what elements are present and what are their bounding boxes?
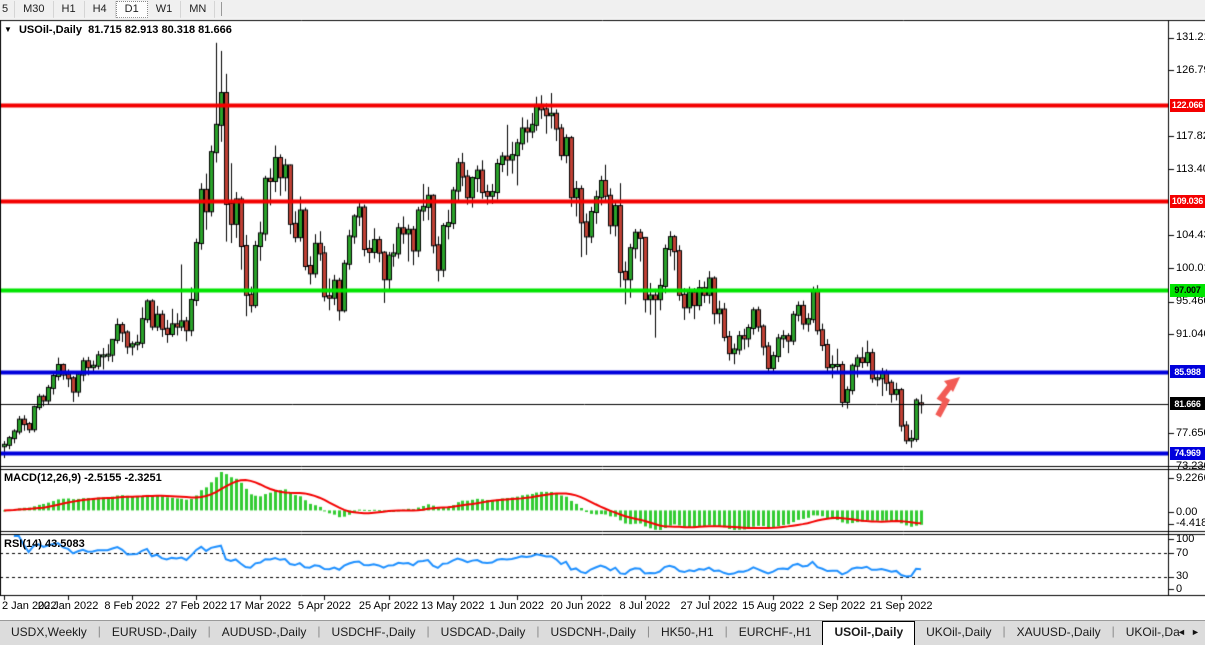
date-label: 2 Sep 2022 — [809, 600, 865, 612]
price-level-badge: 81.666 — [1170, 397, 1205, 410]
price-tick-label: 95.460 — [1176, 295, 1205, 307]
date-label: 1 Jun 2022 — [490, 600, 544, 612]
macd-tick-label: 9.2266 — [1176, 472, 1205, 484]
macd-tick-label: -4.4188 — [1176, 517, 1205, 529]
chart-tab-eurusddaily[interactable]: EURUSD-,Daily — [101, 621, 208, 645]
date-label: 8 Feb 2022 — [104, 600, 160, 612]
chart-tab-usdxweekly[interactable]: USDX,Weekly — [0, 621, 98, 645]
chart-dropdown-icon[interactable]: ▼ — [4, 25, 12, 34]
price-tick-label: 104.430 — [1176, 229, 1205, 241]
chart-tab-audusddaily[interactable]: AUDUSD-,Daily — [211, 621, 318, 645]
chart-title: ▼ USOil-,Daily 81.715 82.913 80.318 81.6… — [4, 24, 232, 36]
price-tick-label: 126.790 — [1176, 64, 1205, 76]
rsi-tick-label: 70 — [1176, 547, 1188, 559]
price-tick-label: 113.400 — [1176, 163, 1205, 175]
symbol-tab-bar: USDX,Weekly|EURUSD-,Daily|AUDUSD-,Daily|… — [0, 620, 1205, 645]
price-level-badge: 85.988 — [1170, 365, 1205, 378]
price-tick-label: 91.040 — [1176, 328, 1205, 340]
date-label: 25 Apr 2022 — [359, 600, 418, 612]
chart-tab-usdcnhdaily[interactable]: USDCNH-,Daily — [539, 621, 646, 645]
date-label: 27 Jul 2022 — [681, 600, 738, 612]
price-level-badge: 122.066 — [1170, 99, 1205, 112]
price-tick-label: 77.650 — [1176, 427, 1205, 439]
date-label: 20 Jan 2022 — [38, 600, 99, 612]
date-label: 27 Feb 2022 — [165, 600, 227, 612]
price-level-badge: 97.007 — [1170, 284, 1205, 297]
chart-tab-usoildaily[interactable]: USOil-,Daily — [822, 621, 915, 645]
tab-scroll-left-button[interactable]: ◄ — [1177, 627, 1186, 637]
macd-indicator-label: MACD(12,26,9) -2.5155 -2.3251 — [4, 472, 162, 484]
price-tick-label: 100.010 — [1176, 262, 1205, 274]
chart-tab-hk50h1[interactable]: HK50-,H1 — [650, 621, 725, 645]
tab-scroll-right-button[interactable]: ► — [1191, 627, 1200, 637]
chart-tab-usdcaddaily[interactable]: USDCAD-,Daily — [430, 621, 537, 645]
terminal-window: 5M30H1H4D1W1MN ▼ USOil-,Daily 81.715 82.… — [0, 0, 1205, 645]
rsi-tick-label: 0 — [1176, 583, 1182, 595]
chart-canvas[interactable] — [0, 0, 1205, 645]
date-label: 20 Jun 2022 — [551, 600, 612, 612]
chart-tab-eurchfh1[interactable]: EURCHF-,H1 — [728, 621, 823, 645]
chart-symbol-label: USOil-,Daily — [19, 24, 82, 36]
price-tick-label: 131.210 — [1176, 31, 1205, 43]
price-tick-label: 73.230 — [1176, 460, 1205, 472]
chart-ohlc-values: 81.715 82.913 80.318 81.666 — [88, 24, 232, 36]
chart-tab-xauusddaily[interactable]: XAUUSD-,Daily — [1006, 621, 1112, 645]
price-tick-label: 117.820 — [1176, 130, 1205, 142]
date-label: 13 May 2022 — [421, 600, 485, 612]
price-level-badge: 74.969 — [1170, 447, 1205, 460]
price-level-badge: 109.036 — [1170, 195, 1205, 208]
rsi-indicator-label: RSI(14) 43.5083 — [4, 538, 85, 550]
date-label: 21 Sep 2022 — [870, 600, 932, 612]
chart-tab-ukoildaily[interactable]: UKOil-,Daily — [915, 621, 1002, 645]
date-label: 15 Aug 2022 — [742, 600, 804, 612]
date-label: 8 Jul 2022 — [620, 600, 671, 612]
date-label: 17 Mar 2022 — [229, 600, 291, 612]
rsi-tick-label: 100 — [1176, 533, 1194, 545]
date-label: 5 Apr 2022 — [298, 600, 351, 612]
chart-tab-usdchfdaily[interactable]: USDCHF-,Daily — [321, 621, 427, 645]
rsi-tick-label: 30 — [1176, 570, 1188, 582]
